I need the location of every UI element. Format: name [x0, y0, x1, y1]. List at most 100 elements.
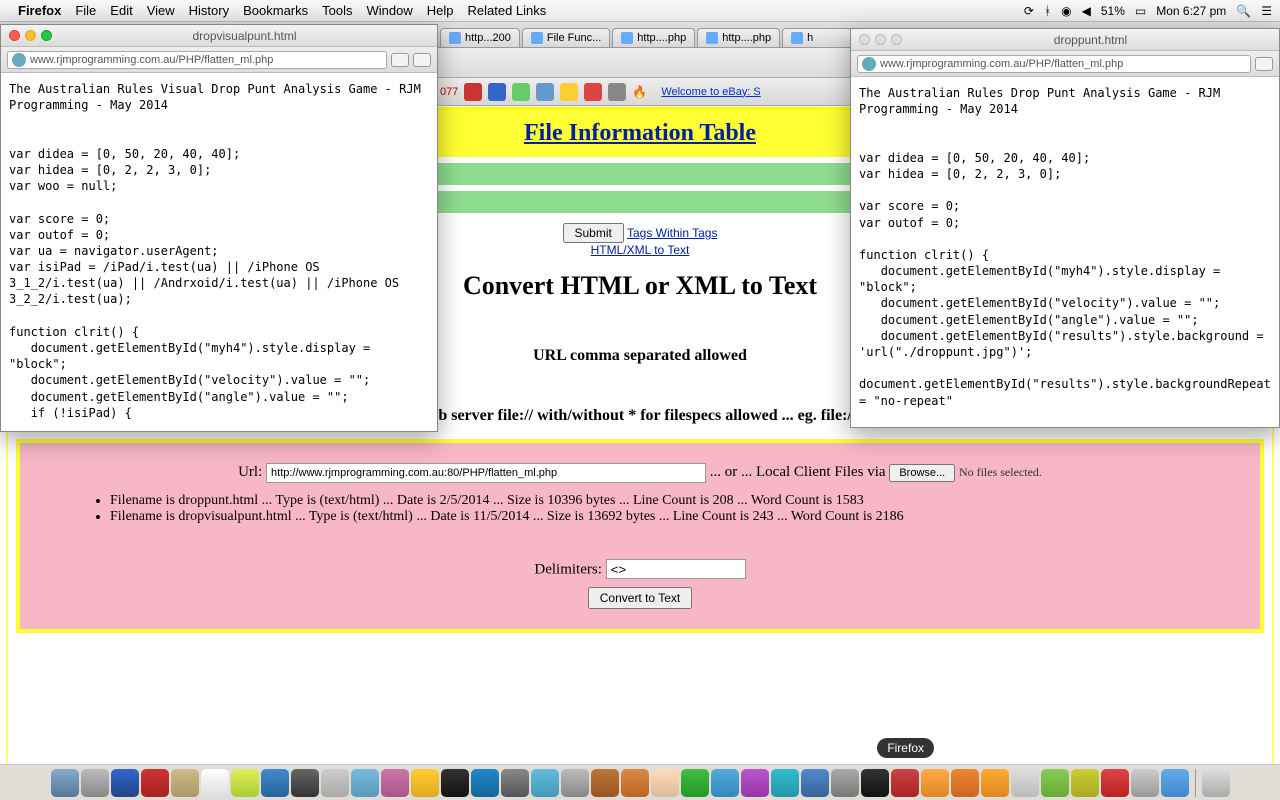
pin-icon[interactable]	[391, 53, 409, 67]
popup-titlebar[interactable]: dropvisualpunt.html	[1, 25, 437, 47]
clock[interactable]: Mon 6:27 pm	[1156, 4, 1226, 18]
dock-app-icon[interactable]	[681, 769, 709, 797]
browser-tab[interactable]: File Func...	[522, 28, 610, 47]
toolbar-icon[interactable]	[464, 83, 482, 101]
finder-icon[interactable]	[51, 769, 79, 797]
dock-app-icon[interactable]	[291, 769, 319, 797]
zoom-icon[interactable]	[891, 34, 902, 45]
dock-app-icon[interactable]	[111, 769, 139, 797]
favicon-icon	[531, 32, 543, 44]
dock-app-icon[interactable]	[831, 769, 859, 797]
toolbar-icon[interactable]	[488, 83, 506, 101]
browser-tab[interactable]: http...200	[440, 28, 520, 47]
toolbar-icon[interactable]	[536, 83, 554, 101]
bluetooth-icon[interactable]: ᚼ	[1044, 4, 1051, 18]
code-content[interactable]: The Australian Rules Drop Punt Analysis …	[851, 77, 1279, 417]
battery-icon[interactable]: ▭	[1135, 4, 1146, 18]
mac-menubar: Firefox File Edit View History Bookmarks…	[0, 0, 1280, 22]
dock-app-icon[interactable]	[1101, 769, 1129, 797]
dock-app-icon[interactable]	[261, 769, 289, 797]
toolbar-icon[interactable]	[608, 83, 626, 101]
trash-icon[interactable]	[1202, 769, 1230, 797]
dock-app-icon[interactable]	[861, 769, 889, 797]
dock-app-icon[interactable]	[621, 769, 649, 797]
dock-app-icon[interactable]	[1071, 769, 1099, 797]
menu-edit[interactable]: Edit	[110, 3, 132, 18]
menu-extras-icon[interactable]: ☰	[1261, 4, 1272, 18]
dock-app-icon[interactable]	[381, 769, 409, 797]
dock-app-icon[interactable]	[921, 769, 949, 797]
dock-app-icon[interactable]	[561, 769, 589, 797]
dock-app-icon[interactable]	[711, 769, 739, 797]
dock-app-icon[interactable]	[231, 769, 259, 797]
zoom-icon[interactable]	[41, 30, 52, 41]
dock-app-icon[interactable]	[501, 769, 529, 797]
spotlight-icon[interactable]: 🔍	[1236, 4, 1251, 18]
dock-app-icon[interactable]	[891, 769, 919, 797]
dock-app-icon[interactable]	[141, 769, 169, 797]
nav-icon[interactable]	[413, 53, 431, 67]
dock-app-icon[interactable]	[1041, 769, 1069, 797]
browser-tab[interactable]: http....php	[697, 28, 780, 47]
file-item: Filename is droppunt.html ... Type is (t…	[110, 493, 1230, 509]
menu-history[interactable]: History	[189, 3, 229, 18]
menu-window[interactable]: Window	[367, 3, 413, 18]
dock-app-icon[interactable]	[201, 769, 229, 797]
dock-tooltip: Firefox	[877, 738, 934, 758]
dock-app-icon[interactable]	[1161, 769, 1189, 797]
dock-app-icon[interactable]	[411, 769, 439, 797]
firefox-icon[interactable]	[951, 769, 979, 797]
html-xml-link[interactable]: HTML/XML to Text	[591, 243, 690, 257]
dock-app-icon[interactable]	[471, 769, 499, 797]
url-input[interactable]	[266, 463, 706, 483]
tab-label: http...200	[465, 32, 511, 44]
browse-button[interactable]: Browse...	[889, 464, 955, 482]
browser-tab[interactable]: h	[782, 28, 852, 47]
dock-app-icon[interactable]	[1011, 769, 1039, 797]
menu-help[interactable]: Help	[427, 3, 454, 18]
volume-icon[interactable]: ◀	[1082, 4, 1091, 18]
tab-label: File Func...	[547, 32, 601, 44]
dock-app-icon[interactable]	[321, 769, 349, 797]
close-icon[interactable]	[9, 30, 20, 41]
dock-app-icon[interactable]	[741, 769, 769, 797]
delimiters-input[interactable]	[606, 559, 746, 579]
menu-related-links[interactable]: Related Links	[468, 3, 547, 18]
submit-button[interactable]: Submit	[563, 223, 624, 243]
dock-app-icon[interactable]	[651, 769, 679, 797]
toolbar-icon[interactable]	[512, 83, 530, 101]
dock-app-icon[interactable]	[771, 769, 799, 797]
sync-icon[interactable]: ⟳	[1024, 4, 1034, 18]
tags-link[interactable]: Tags Within Tags	[627, 226, 718, 240]
app-name[interactable]: Firefox	[18, 3, 61, 18]
minimize-icon[interactable]	[875, 34, 886, 45]
menu-file[interactable]: File	[75, 3, 96, 18]
popup-url-field[interactable]: www.rjmprogramming.com.au/PHP/flatten_ml…	[857, 55, 1251, 73]
wifi-icon[interactable]: ◉	[1061, 4, 1071, 18]
dock-app-icon[interactable]	[531, 769, 559, 797]
dock-app-icon[interactable]	[591, 769, 619, 797]
dock-app-icon[interactable]	[81, 769, 109, 797]
dock-app-icon[interactable]	[1131, 769, 1159, 797]
popup-url-field[interactable]: www.rjmprogramming.com.au/PHP/flatten_ml…	[7, 51, 387, 69]
code-content[interactable]: The Australian Rules Visual Drop Punt An…	[1, 73, 437, 429]
dock-app-icon[interactable]	[981, 769, 1009, 797]
dock-app-icon[interactable]	[441, 769, 469, 797]
minimize-icon[interactable]	[25, 30, 36, 41]
menu-tools[interactable]: Tools	[322, 3, 352, 18]
nav-icon[interactable]	[1255, 57, 1273, 71]
dock-app-icon[interactable]	[351, 769, 379, 797]
menu-view[interactable]: View	[147, 3, 175, 18]
flame-icon[interactable]: 🔥	[632, 85, 647, 99]
close-icon[interactable]	[859, 34, 870, 45]
dock-app-icon[interactable]	[801, 769, 829, 797]
popup-titlebar[interactable]: droppunt.html	[851, 29, 1279, 51]
toolbar-icon[interactable]	[560, 83, 578, 101]
browser-tab[interactable]: http....php	[612, 28, 695, 47]
globe-icon	[12, 53, 26, 67]
menu-bookmarks[interactable]: Bookmarks	[243, 3, 308, 18]
gmail-icon[interactable]	[584, 83, 602, 101]
dock-app-icon[interactable]	[171, 769, 199, 797]
convert-button[interactable]: Convert to Text	[588, 587, 692, 609]
ebay-link[interactable]: Welcome to eBay: S	[661, 86, 760, 98]
